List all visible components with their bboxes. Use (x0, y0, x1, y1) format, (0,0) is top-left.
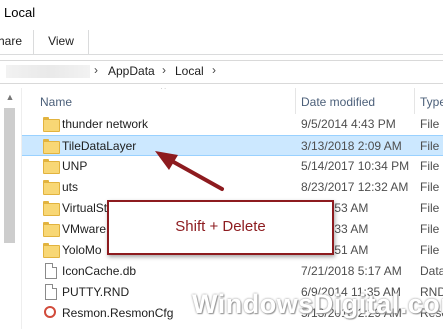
file-type: File (420, 159, 440, 173)
folder-icon (43, 159, 60, 174)
file-type: File (420, 180, 440, 194)
folder-icon (43, 201, 60, 216)
file-name: YoloMo (62, 243, 102, 257)
column-divider[interactable] (414, 88, 415, 114)
address-field[interactable]: › AppData › Local › (0, 60, 443, 84)
file-name: TileDataLayer (62, 139, 137, 153)
file-name: VirtualSt (62, 201, 108, 215)
file-name: uts (62, 180, 79, 194)
column-type[interactable]: Type (420, 95, 443, 109)
address-bar: › AppData › Local › (0, 55, 443, 87)
scroll-up-icon[interactable]: ▲ (4, 92, 16, 102)
file-name: Resmon.ResmonCfg (62, 306, 174, 320)
breadcrumb-appdata[interactable]: AppData (108, 64, 155, 78)
navigation-pane: ▲ (0, 88, 22, 329)
file-name: VMware (62, 222, 107, 236)
file-row[interactable]: IconCache.db 7/21/2018 5:17 AM Data (22, 261, 443, 282)
file-date: 5/14/2017 10:34 PM (301, 159, 410, 173)
file-type: File (420, 243, 440, 257)
folder-icon (43, 243, 60, 258)
site-watermark: WindowsDigital.com (192, 289, 443, 319)
file-row-selected[interactable]: TileDataLayer 3/13/2018 2:09 AM File (22, 135, 443, 156)
breadcrumb-chevron-icon: › (94, 63, 98, 77)
file-date: 8/23/2017 12:32 AM (301, 180, 409, 194)
callout-text: Shift + Delete (175, 218, 266, 235)
title-bar: Local (0, 0, 443, 30)
nav-scrollbar-thumb[interactable] (4, 108, 15, 243)
file-row[interactable]: thunder network 9/5/2014 4:43 PM File (22, 114, 443, 135)
file-name: IconCache.db (62, 264, 137, 278)
file-type: File (420, 201, 440, 215)
file-row[interactable]: UNP 5/14/2017 10:34 PM File (22, 156, 443, 177)
file-name: UNP (62, 159, 88, 173)
column-divider[interactable] (295, 88, 296, 114)
column-header: ^ Name Date modified Type (22, 88, 443, 114)
folder-icon (43, 222, 60, 237)
folder-icon (43, 139, 60, 154)
file-name: thunder network (62, 117, 149, 131)
tab-view[interactable]: View (34, 30, 89, 54)
tab-share[interactable]: hare (0, 30, 34, 54)
blurred-path-segment (6, 65, 90, 78)
window-title: Local (4, 5, 36, 20)
shortcut-callout: Shift + Delete (107, 200, 334, 255)
sort-ascending-icon: ^ (161, 88, 166, 95)
file-date: 3/13/2018 2:09 AM (301, 139, 402, 153)
file-type: File (420, 117, 440, 131)
file-type: File (420, 222, 440, 236)
file-icon (43, 263, 58, 279)
breadcrumb-chevron-icon: › (162, 63, 166, 77)
folder-icon (43, 180, 60, 195)
file-type: Data (420, 264, 443, 278)
ribbon-tabs: hare View (0, 30, 443, 55)
file-name: PUTTY.RND (62, 285, 130, 299)
file-date: 9/5/2014 4:43 PM (301, 117, 396, 131)
column-date-modified[interactable]: Date modified (301, 95, 375, 109)
file-icon (43, 284, 58, 300)
breadcrumb-local[interactable]: Local (175, 64, 204, 78)
folder-icon (43, 117, 60, 132)
file-type: File (420, 139, 440, 153)
breadcrumb-chevron-icon: › (212, 63, 216, 77)
file-row[interactable]: uts 8/23/2017 12:32 AM File (22, 177, 443, 198)
file-date: 7/21/2018 5:17 AM (301, 264, 402, 278)
config-icon (43, 306, 58, 319)
column-name[interactable]: Name (40, 95, 72, 109)
